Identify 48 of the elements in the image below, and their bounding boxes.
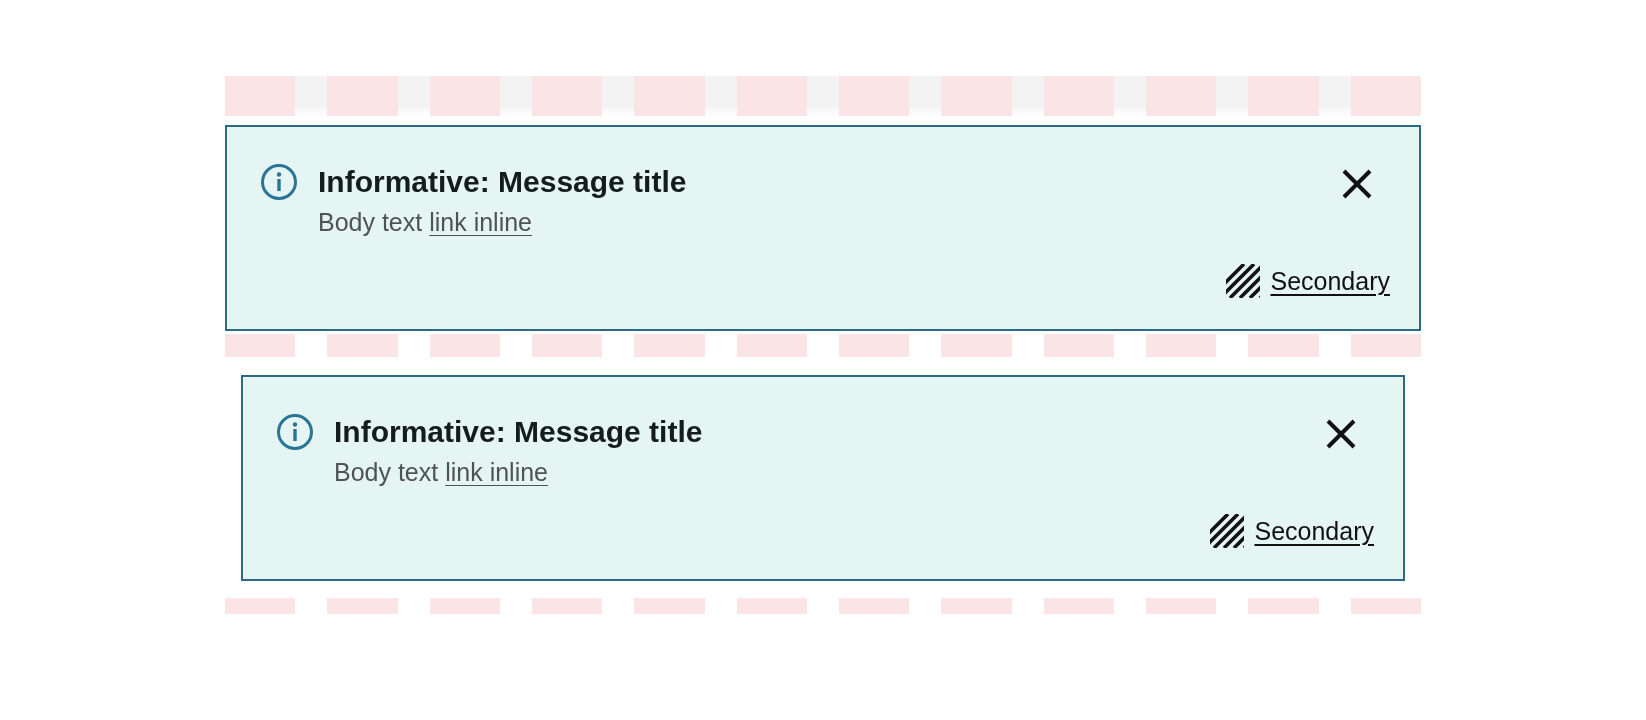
message-body: Body text link inline	[318, 207, 534, 238]
hatch-icon	[1210, 514, 1245, 548]
grid-column	[1043, 76, 1114, 116]
inline-link[interactable]: link inline	[445, 458, 549, 486]
message-title: Informative: Message title	[318, 164, 688, 200]
secondary-link[interactable]: Secondary	[1210, 514, 1374, 548]
message-body: Body text link inline	[334, 457, 550, 488]
grid-column	[532, 76, 603, 116]
grid-column	[225, 598, 296, 614]
secondary-link[interactable]: Secondary	[1226, 264, 1390, 298]
inline-link[interactable]: link inline	[429, 208, 533, 236]
grid-column	[532, 598, 603, 614]
grid-column	[941, 334, 1012, 357]
grid-column	[736, 598, 807, 614]
grid-column	[1146, 598, 1217, 614]
grid-column	[736, 334, 807, 357]
grid-column	[225, 76, 296, 116]
grid-column	[736, 76, 807, 116]
grid-column	[1248, 598, 1319, 614]
hatch-icon	[1226, 264, 1261, 298]
grid-column	[839, 334, 910, 357]
grid-column	[1350, 334, 1421, 357]
grid-column	[1146, 76, 1217, 116]
grid-column	[1248, 76, 1319, 116]
grid-column	[429, 76, 500, 116]
grid-column	[225, 334, 296, 357]
grid-column	[1146, 334, 1217, 357]
grid-column	[634, 598, 705, 614]
grid-column	[1248, 334, 1319, 357]
grid-column	[634, 334, 705, 357]
grid-column	[1043, 598, 1114, 614]
grid-column	[1350, 598, 1421, 614]
grid-column	[327, 76, 398, 116]
grid-column	[1350, 76, 1421, 116]
grid-column	[429, 598, 500, 614]
info-icon	[260, 163, 298, 201]
grid-column	[941, 76, 1012, 116]
info-icon	[276, 413, 314, 451]
grid-column	[532, 334, 603, 357]
grid-column	[839, 76, 910, 116]
message-title: Informative: Message title	[334, 414, 704, 450]
grid-column	[634, 76, 705, 116]
grid-column	[839, 598, 910, 614]
grid-column	[327, 334, 398, 357]
grid-column	[1043, 334, 1114, 357]
grid-column	[429, 334, 500, 357]
grid-column	[941, 598, 1012, 614]
grid-column	[327, 598, 398, 614]
